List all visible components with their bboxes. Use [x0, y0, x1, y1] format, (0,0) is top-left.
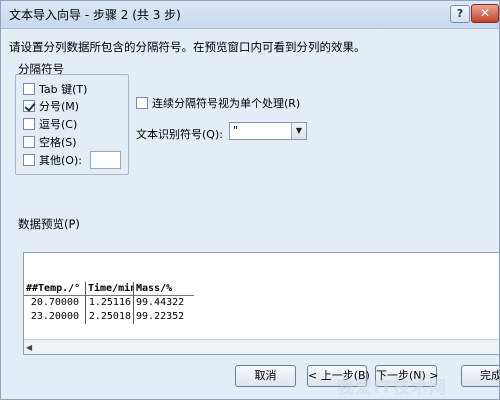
text-import-wizard-dialog: 文本导入向导 - 步骤 2 (共 3 步) ? ✕ 请设置分列数据所包含的分隔符…	[0, 0, 500, 400]
data-preview-label: 数据预览(P)	[18, 217, 80, 231]
text-qualifier-select[interactable]: " ▼	[229, 122, 307, 140]
back-button[interactable]: < 上一步(B)	[307, 365, 370, 387]
title-bar: 文本导入向导 - 步骤 2 (共 3 步) ? ✕	[1, 1, 499, 29]
preview-cell: 1.25116	[86, 296, 134, 310]
window-title: 文本导入向导 - 步骤 2 (共 3 步)	[9, 8, 181, 22]
text-qualifier-label: 文本识别符号(Q):	[136, 128, 223, 141]
preview-table: ##Temp./° C Time/min Mass/% 20.70000 1.2…	[24, 282, 194, 324]
consecutive-option[interactable]: 连续分隔符号视为单个处理(R)	[136, 95, 300, 111]
preview-header-cell[interactable]: ##Temp./° C	[24, 282, 86, 296]
preview-header-row: ##Temp./° C Time/min Mass/%	[24, 282, 194, 296]
preview-header-cell[interactable]: Mass/%	[134, 282, 194, 296]
other-label: 其他(O):	[39, 154, 82, 167]
comma-checkbox[interactable]	[23, 118, 35, 130]
next-button[interactable]: 下一步(N) >	[375, 365, 439, 387]
space-checkbox[interactable]	[23, 136, 35, 148]
other-delimiter-input[interactable]	[90, 151, 121, 169]
comma-option[interactable]: 逗号(C)	[23, 116, 77, 132]
close-button[interactable]: ✕	[471, 4, 499, 23]
preview-cell: 20.70000	[24, 296, 86, 310]
consecutive-label: 连续分隔符号视为单个处理(R)	[152, 97, 301, 110]
preview-header-cell[interactable]: Time/min	[86, 282, 134, 296]
text-qualifier-value: "	[233, 124, 239, 137]
tab-checkbox[interactable]	[23, 83, 35, 95]
other-checkbox[interactable]	[23, 154, 35, 166]
help-button[interactable]: ?	[450, 5, 470, 23]
tab-option[interactable]: Tab 键(T)	[23, 81, 87, 97]
chevron-down-icon[interactable]: ▼	[291, 123, 306, 139]
preview-cell: 2.25018	[86, 310, 134, 324]
semicolon-option[interactable]: 分号(M)	[23, 98, 79, 114]
preview-cell: 23.20000	[24, 310, 86, 324]
horizontal-scrollbar[interactable]: ◀	[24, 339, 499, 354]
instruction-text: 请设置分列数据所包含的分隔符号。在预览窗口内可看到分列的效果。	[9, 40, 366, 54]
preview-row: 23.20000 2.25018 99.22352	[24, 310, 194, 324]
space-label: 空格(S)	[39, 136, 77, 149]
cancel-button[interactable]: 取消	[235, 365, 296, 387]
data-preview-panel[interactable]: ##Temp./° C Time/min Mass/% 20.70000 1.2…	[23, 252, 499, 355]
other-option[interactable]: 其他(O):	[23, 152, 82, 168]
space-option[interactable]: 空格(S)	[23, 134, 77, 150]
preview-row: 20.70000 1.25116 99.44322	[24, 296, 194, 310]
preview-cell: 99.22352	[136, 311, 185, 322]
comma-label: 逗号(C)	[39, 118, 78, 131]
consecutive-checkbox[interactable]	[136, 97, 148, 109]
preview-cell: 99.44322	[136, 297, 185, 308]
semicolon-label: 分号(M)	[39, 100, 80, 113]
finish-button[interactable]: 完成	[461, 365, 499, 387]
scroll-left-icon[interactable]: ◀	[26, 342, 37, 353]
tab-label: Tab 键(T)	[39, 83, 88, 96]
semicolon-checkbox[interactable]	[23, 100, 35, 112]
